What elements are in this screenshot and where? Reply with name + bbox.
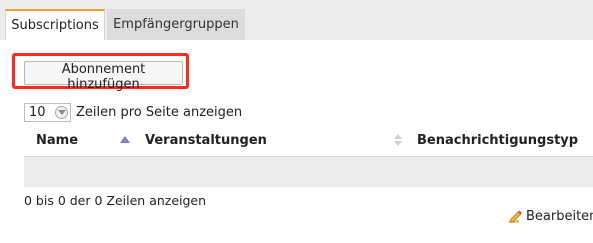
edit-label: Bearbeiten bbox=[526, 209, 593, 224]
add-subscription-button[interactable]: Abonnement hinzufügen bbox=[24, 61, 183, 92]
tab-bar: Subscriptions Empfängergruppen bbox=[0, 0, 593, 40]
tab-subscriptions[interactable]: Subscriptions bbox=[5, 9, 105, 40]
table-header: Name Veranstaltungen Benachrichtigungsty… bbox=[24, 126, 593, 157]
page-size-select[interactable]: 10 bbox=[24, 103, 71, 122]
table-row bbox=[24, 157, 593, 187]
chevron-down-icon bbox=[55, 106, 68, 119]
page-size-value: 10 bbox=[29, 105, 46, 120]
column-header-veranstaltungen[interactable]: Veranstaltungen bbox=[145, 133, 267, 148]
column-header-name[interactable]: Name bbox=[36, 133, 78, 148]
tab-empfaengergruppen[interactable]: Empfängergruppen bbox=[107, 9, 245, 40]
table-info: 0 bis 0 der 0 Zeilen anzeigen bbox=[24, 193, 207, 208]
column-header-benachrichtigungstyp[interactable]: Benachrichtigungstyp bbox=[417, 133, 578, 148]
sort-neutral-icon bbox=[394, 134, 402, 146]
page-size-label: Zeilen pro Seite anzeigen bbox=[76, 105, 243, 120]
pencil-icon bbox=[508, 209, 523, 230]
sort-ascending-icon bbox=[120, 136, 130, 143]
